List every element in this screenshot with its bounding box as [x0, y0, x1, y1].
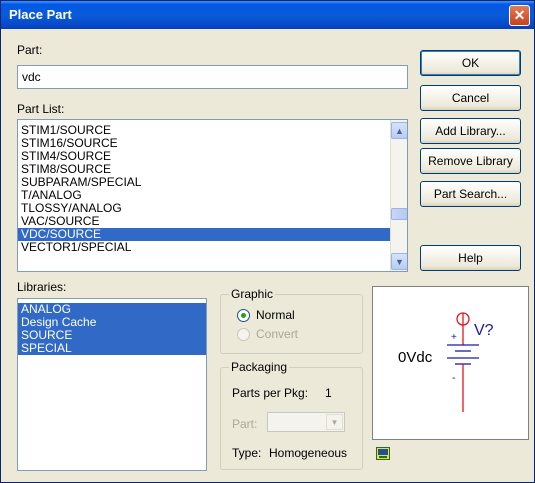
radio-indicator	[237, 327, 250, 341]
scroll-down-button[interactable]: ▼	[391, 253, 407, 270]
part-list-scrollbar[interactable]: ▲ ▼	[390, 120, 407, 271]
place-part-dialog: Place Part ✕ Part: vdc Part List: STIM1/…	[0, 0, 535, 483]
help-button[interactable]: Help	[420, 245, 521, 271]
convert-radio-label: Convert	[256, 327, 299, 341]
chevron-up-icon: ▲	[395, 125, 404, 136]
close-icon: ✕	[513, 7, 526, 23]
library-item[interactable]: SPECIAL	[18, 342, 206, 355]
scroll-thumb[interactable]	[391, 208, 407, 220]
normal-radio[interactable]: Normal	[237, 308, 295, 322]
libraries-list[interactable]: ANALOG Design Cache SOURCE SPECIAL	[17, 298, 207, 471]
window-title: Place Part	[9, 7, 72, 22]
ok-button[interactable]: OK	[420, 50, 521, 76]
ref-designator: V?	[474, 322, 494, 339]
part-list-label: Part List:	[17, 102, 65, 116]
graphic-group-title: Graphic	[229, 287, 276, 301]
part-search-button[interactable]: Part Search...	[420, 181, 521, 207]
normal-radio-label: Normal	[256, 308, 295, 322]
part-list[interactable]: STIM1/SOURCE STIM16/SOURCE STIM4/SOURCE STI…	[17, 119, 408, 272]
chevron-down-icon: ▼	[326, 414, 343, 430]
plus-sign: +	[451, 332, 457, 343]
part-preview: + - V? 0Vdc	[372, 286, 529, 440]
chevron-down-icon: ▼	[395, 256, 404, 267]
convert-radio: Convert	[237, 327, 298, 341]
part-list-item[interactable]: VECTOR1/SPECIAL	[18, 241, 390, 254]
scroll-up-button[interactable]: ▲	[391, 122, 407, 139]
packaging-group-title: Packaging	[229, 360, 290, 374]
title-bar[interactable]: Place Part ✕	[1, 1, 534, 29]
type-value: Homogeneous	[269, 446, 348, 460]
part-label: Part:	[17, 43, 43, 57]
pkg-part-label: Part:	[232, 417, 258, 431]
graphic-group: Graphic	[220, 287, 363, 354]
type-label: Type:	[232, 446, 262, 460]
parts-per-pkg-value: 1	[325, 386, 332, 400]
vdc-symbol: + - V? 0Vdc	[398, 312, 494, 412]
radio-indicator	[237, 308, 250, 322]
symbol-pin-top	[456, 312, 470, 345]
remove-library-button[interactable]: Remove Library	[420, 148, 521, 174]
minus-sign: -	[452, 372, 456, 384]
libraries-label: Libraries:	[17, 280, 67, 294]
pkg-part-select: ▼	[267, 412, 345, 432]
part-input[interactable]: vdc	[17, 65, 408, 89]
close-button[interactable]: ✕	[509, 5, 530, 26]
add-library-button[interactable]: Add Library...	[420, 118, 521, 144]
parts-per-pkg-label: Parts per Pkg:	[232, 386, 309, 400]
cancel-button[interactable]: Cancel	[420, 85, 521, 111]
value-label: 0Vdc	[398, 349, 433, 366]
preview-toggle-icon[interactable]	[376, 447, 390, 460]
